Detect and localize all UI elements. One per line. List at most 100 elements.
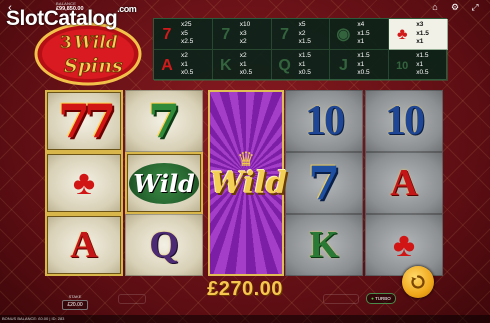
paytable-pays: x1.5 x1 x0.5 — [357, 52, 369, 78]
logo-wild: Wild — [74, 33, 118, 53]
pay-value: x1 — [357, 38, 365, 45]
disabled-control-left — [118, 294, 146, 304]
stake-label: STAKE — [68, 294, 82, 299]
pay-value: x25 — [181, 21, 192, 28]
pay-value: x1 — [239, 60, 247, 68]
turbo-button[interactable]: ● TURBO — [366, 293, 396, 304]
blue-seven-symbol: 7 — [307, 156, 340, 210]
pay-value: x10 — [239, 21, 251, 28]
watermark-catalog: Catalog — [43, 7, 118, 30]
paytable-pays: x1.5 x1 x0.5 — [416, 52, 428, 78]
cherry-symbol: ♣ — [72, 163, 96, 202]
paytable-pays: x1.5 x1 x0.5 — [299, 52, 311, 78]
stake-value[interactable]: £20.00 — [62, 300, 88, 310]
paytable-pays: x2 x1 x0.5 — [240, 52, 252, 78]
reel-cell: ♣ — [45, 152, 123, 214]
paytable-cell-ace: Ax2 x1 x0.5 — [154, 50, 213, 81]
reel-cell: K — [285, 214, 363, 276]
pay-value: x0.5 — [181, 69, 194, 76]
pay-value: x3 — [239, 29, 247, 37]
reel-cell: A — [365, 152, 443, 214]
pay-value: x2.5 — [181, 38, 194, 45]
pay-value: x0.5 — [416, 69, 429, 76]
watermark-slot: Slot — [6, 7, 44, 30]
paytable-cell-red-seven: 7 x25 x5 x2.5 — [154, 19, 213, 50]
cherry-symbol: ♣ — [392, 225, 416, 264]
reel-1: 77 ♣ A — [45, 90, 125, 276]
turbo-indicator-icon: ● — [371, 296, 374, 301]
ace-icon: A — [161, 57, 173, 74]
queen-symbol: Q — [149, 224, 179, 266]
pay-value: x1.5 — [298, 38, 311, 45]
pay-value: x0.5 — [357, 69, 370, 76]
pay-value: x1.5 — [416, 29, 429, 37]
pay-value: x1 — [181, 60, 188, 68]
spin-button[interactable] — [402, 266, 434, 298]
paytable-pays: x25 x5 x2.5 — [181, 21, 193, 47]
paytable-cell-jack: Jx1.5 x1 x0.5 — [330, 50, 390, 81]
queen-icon: Q — [278, 57, 291, 74]
reel-3: 10 7 K — [285, 90, 365, 276]
reel-cell: A — [45, 214, 123, 276]
pay-value: x1 — [298, 60, 306, 68]
ace-symbol: A — [390, 162, 418, 204]
pay-value: x2 — [298, 29, 306, 37]
blue-seven-icon: 7 — [280, 26, 290, 43]
pay-value: x5 — [181, 29, 188, 37]
watermark: SlotCatalog.com — [6, 4, 137, 31]
reel-cell: 7 — [285, 152, 363, 214]
ten-icon: 10 — [396, 60, 409, 72]
jack-icon: J — [338, 57, 348, 74]
wild-symbol: Wild — [129, 162, 199, 204]
reel-cell: ♣ — [365, 214, 443, 276]
expanded-wild-label: Wild — [210, 166, 287, 201]
paytable-pays: x4 x1.5 x1 — [357, 21, 369, 47]
pay-value: x2 — [181, 52, 188, 59]
reel-cell: 77 — [45, 90, 123, 152]
paytable-pays: x2 x1 x0.5 — [181, 52, 193, 78]
paytable-cell-ten: 10 x1.5 x1 x0.5 — [389, 50, 448, 81]
ace-symbol: A — [70, 224, 98, 266]
paytable-pays: x10 x3 x2 — [240, 21, 250, 47]
reel-cell: Wild — [125, 152, 203, 214]
fullscreen-icon[interactable]: ⤢ — [470, 2, 480, 12]
red-seven-icon: 7 — [162, 26, 172, 43]
pay-value: x1.5 — [298, 52, 311, 59]
pay-value: x2 — [239, 38, 247, 45]
pay-value: x1 — [416, 60, 424, 68]
pay-value: x0.5 — [239, 69, 253, 76]
paytable-pays: x3 x1.5 x1 — [416, 21, 429, 47]
king-symbol: K — [309, 224, 339, 266]
reel-cell: 7 — [125, 90, 203, 152]
reel-4: 10 A ♣ — [365, 90, 445, 276]
pay-value: x0.5 — [298, 69, 311, 76]
top-icons: ⌂ ⚙ ⤢ — [430, 2, 480, 12]
turbo-label: TURBO — [375, 296, 391, 301]
green-seven-icon: 7 — [221, 26, 231, 43]
watermark-com: .com — [117, 4, 137, 14]
ten-symbol: 10 — [385, 98, 425, 144]
disabled-control-right — [323, 294, 359, 304]
green-seven-symbol: 7 — [147, 94, 180, 148]
pay-value: x4 — [357, 21, 365, 28]
king-icon: K — [220, 57, 232, 74]
reel-cell: Q — [125, 214, 203, 276]
paytable-cell-melon: ◉ x4 x1.5 x1 — [330, 19, 390, 50]
reel-cell: 10 — [365, 90, 443, 152]
paytable: 7 x25 x5 x2.5 7 x10 x3 x2 7 x5 x2 x1.5 ◉ x4 x1.5 x1 ♣ x3 x… — [153, 18, 448, 81]
reel-cell: 10 — [285, 90, 363, 152]
logo-number: 3 — [60, 33, 72, 53]
home-icon[interactable]: ⌂ — [430, 2, 440, 12]
cherry-icon: ♣ — [396, 26, 408, 43]
pay-value: x5 — [298, 21, 306, 28]
ten-symbol: 10 — [305, 98, 345, 144]
red-seven-symbol: 77 — [57, 94, 116, 148]
stake-control[interactable]: STAKE £20.00 — [62, 294, 88, 310]
refresh-icon — [411, 275, 425, 289]
paytable-pays: x5 x2 x1.5 — [299, 21, 311, 47]
reel-2: 7 Wild Q — [125, 90, 205, 276]
melon-icon: ◉ — [336, 26, 351, 43]
logo-spins: Spins — [64, 55, 123, 77]
expanded-wild-reel: ♛ Wild — [208, 90, 287, 276]
gear-icon[interactable]: ⚙ — [450, 2, 460, 12]
